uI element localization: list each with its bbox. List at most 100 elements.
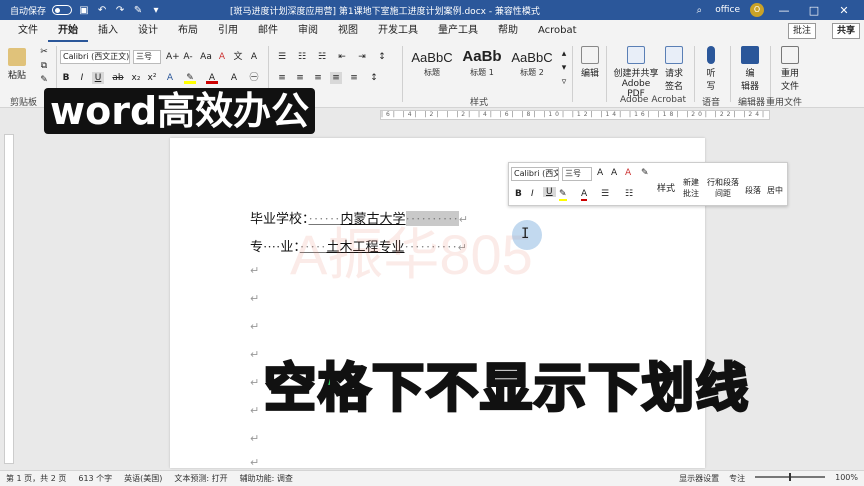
justify-icon[interactable]: ≡ bbox=[330, 72, 342, 84]
tab-0[interactable]: 文件 bbox=[8, 20, 48, 42]
redo-icon[interactable]: ↷ bbox=[114, 5, 126, 16]
tab-8[interactable]: 视图 bbox=[328, 20, 368, 42]
paste-button[interactable]: 粘贴 bbox=[8, 48, 26, 81]
italic-button[interactable]: I bbox=[76, 72, 88, 84]
page-count[interactable]: 第 1 页，共 2 页 bbox=[0, 473, 72, 484]
zoom-level[interactable]: 100% bbox=[835, 473, 858, 484]
mini-new-comment-button[interactable]: 新建 批注 bbox=[683, 177, 699, 199]
gallery-more-icon[interactable]: ▿ bbox=[558, 76, 570, 88]
tab-4[interactable]: 布局 bbox=[168, 20, 208, 42]
mini-clear-icon[interactable]: A bbox=[625, 168, 631, 178]
mini-highlight-icon[interactable]: ✎ bbox=[559, 189, 567, 201]
search-icon[interactable]: ⌕ bbox=[693, 5, 705, 16]
mini-brush-icon[interactable]: ✎ bbox=[641, 168, 649, 178]
multilevel-icon[interactable]: ☵ bbox=[316, 51, 328, 63]
gallery-up-icon[interactable]: ▴ bbox=[558, 48, 570, 60]
mini-bullets-icon[interactable]: ☰ bbox=[601, 189, 609, 199]
gallery-down-icon[interactable]: ▾ bbox=[558, 62, 570, 74]
tab-1[interactable]: 开始 bbox=[48, 20, 88, 42]
tab-12[interactable]: Acrobat bbox=[528, 20, 587, 42]
text-prediction[interactable]: 文本预测: 打开 bbox=[168, 473, 233, 484]
increase-indent-icon[interactable]: ⇥ bbox=[356, 51, 368, 63]
format-painter-icon[interactable]: ✎ bbox=[132, 5, 144, 16]
sort-icon[interactable]: ↕ bbox=[376, 51, 388, 63]
vertical-ruler[interactable] bbox=[4, 134, 14, 464]
undo-icon[interactable]: ↶ bbox=[96, 5, 108, 16]
font-color-icon[interactable]: A bbox=[206, 72, 218, 84]
close-button[interactable]: ✕ bbox=[834, 4, 854, 17]
share-button[interactable]: 共享 bbox=[831, 23, 860, 39]
change-case-icon[interactable]: Aa bbox=[200, 51, 212, 63]
mini-center-button[interactable]: 居中 bbox=[767, 185, 783, 196]
tab-9[interactable]: 开发工具 bbox=[368, 20, 428, 42]
clear-format-icon[interactable]: A bbox=[216, 51, 228, 63]
zoom-slider[interactable] bbox=[755, 473, 826, 484]
mini-grow-icon[interactable]: A bbox=[597, 168, 603, 178]
char-border-icon[interactable]: A bbox=[248, 51, 260, 63]
dictate-button[interactable]: 听 写 bbox=[700, 46, 722, 92]
bullets-icon[interactable]: ☰ bbox=[276, 51, 288, 63]
numbering-icon[interactable]: ☷ bbox=[296, 51, 308, 63]
mini-italic-button[interactable]: I bbox=[531, 189, 534, 199]
cut-icon[interactable]: ✂ bbox=[38, 46, 50, 58]
underline-button[interactable]: U bbox=[92, 72, 104, 84]
create-pdf-button[interactable]: 创建并共享 Adobe PDF bbox=[612, 46, 660, 99]
tab-5[interactable]: 引用 bbox=[208, 20, 248, 42]
decrease-indent-icon[interactable]: ⇤ bbox=[336, 51, 348, 63]
mini-font-color-icon[interactable]: A bbox=[581, 189, 588, 201]
reuse-files-button[interactable]: 重用 文件 bbox=[776, 46, 804, 92]
font-name-select[interactable]: Calibri (西文正文) bbox=[60, 50, 130, 64]
tab-6[interactable]: 邮件 bbox=[248, 20, 288, 42]
focus-mode[interactable]: 专注 bbox=[729, 473, 745, 484]
shrink-font-icon[interactable]: A- bbox=[182, 51, 194, 63]
mini-underline-button[interactable]: U bbox=[543, 187, 556, 197]
subscript-button[interactable]: x₂ bbox=[130, 72, 142, 84]
enclose-char-icon[interactable]: ㊀ bbox=[248, 72, 260, 84]
highlight-icon[interactable]: ✎ bbox=[184, 72, 196, 84]
customize-icon[interactable]: ▾ bbox=[150, 5, 162, 16]
editor-button[interactable]: 编 辑器 bbox=[736, 46, 764, 92]
edit-button[interactable]: 编辑 bbox=[578, 46, 602, 79]
language[interactable]: 英语(美国) bbox=[118, 473, 168, 484]
copy-icon[interactable]: ⧉ bbox=[38, 60, 50, 72]
strikethrough-button[interactable]: ab bbox=[112, 72, 124, 84]
bold-button[interactable]: B bbox=[60, 72, 72, 84]
align-left-icon[interactable]: ≡ bbox=[276, 72, 288, 84]
mini-paragraph-button[interactable]: 段落 bbox=[745, 185, 761, 196]
text-effect-icon[interactable]: A bbox=[164, 72, 176, 84]
tab-3[interactable]: 设计 bbox=[128, 20, 168, 42]
tab-2[interactable]: 插入 bbox=[88, 20, 128, 42]
char-shading-icon[interactable]: A bbox=[228, 72, 240, 84]
mini-bold-button[interactable]: B bbox=[515, 189, 522, 199]
style-0[interactable]: AaBbC 标题 bbox=[408, 46, 456, 86]
tab-7[interactable]: 审阅 bbox=[288, 20, 328, 42]
save-icon[interactable]: ▣ bbox=[78, 5, 90, 16]
grow-font-icon[interactable]: A+ bbox=[166, 51, 180, 63]
word-count[interactable]: 613 个字 bbox=[72, 473, 118, 484]
accessibility-status[interactable]: 辅助功能: 调查 bbox=[234, 473, 299, 484]
request-sign-button[interactable]: 请求 签名 bbox=[662, 46, 686, 92]
mini-line-spacing-button[interactable]: 行和段落 间距 bbox=[707, 177, 739, 199]
style-2[interactable]: AaBbC 标题 2 bbox=[508, 46, 556, 86]
phonetic-icon[interactable]: 文 bbox=[232, 51, 244, 63]
font-size-select[interactable]: 三号 bbox=[133, 50, 161, 64]
style-1[interactable]: AaBb 标题 1 bbox=[458, 46, 506, 86]
align-right-icon[interactable]: ≡ bbox=[312, 72, 324, 84]
mini-shrink-icon[interactable]: A bbox=[611, 168, 617, 178]
mini-size-select[interactable]: 三号 bbox=[562, 167, 592, 181]
comment-button[interactable]: 批注 bbox=[787, 23, 816, 39]
mini-styles-button[interactable]: 样式 bbox=[657, 181, 675, 194]
restore-button[interactable]: □ bbox=[804, 4, 824, 17]
align-center-icon[interactable]: ≡ bbox=[294, 72, 306, 84]
format-brush-icon[interactable]: ✎ bbox=[38, 74, 50, 86]
autosave-toggle[interactable] bbox=[52, 5, 73, 15]
avatar[interactable]: O bbox=[750, 3, 764, 17]
display-settings[interactable]: 显示器设置 bbox=[679, 473, 719, 484]
distribute-icon[interactable]: ≡ bbox=[348, 72, 360, 84]
mini-font-select[interactable]: Calibri (西文正 bbox=[511, 167, 559, 181]
tab-11[interactable]: 帮助 bbox=[488, 20, 528, 42]
minimize-button[interactable]: — bbox=[774, 4, 794, 17]
line-spacing-icon[interactable]: ↕ bbox=[368, 72, 380, 84]
mini-numbering-icon[interactable]: ☷ bbox=[625, 189, 633, 199]
tab-10[interactable]: 量产工具 bbox=[428, 20, 488, 42]
